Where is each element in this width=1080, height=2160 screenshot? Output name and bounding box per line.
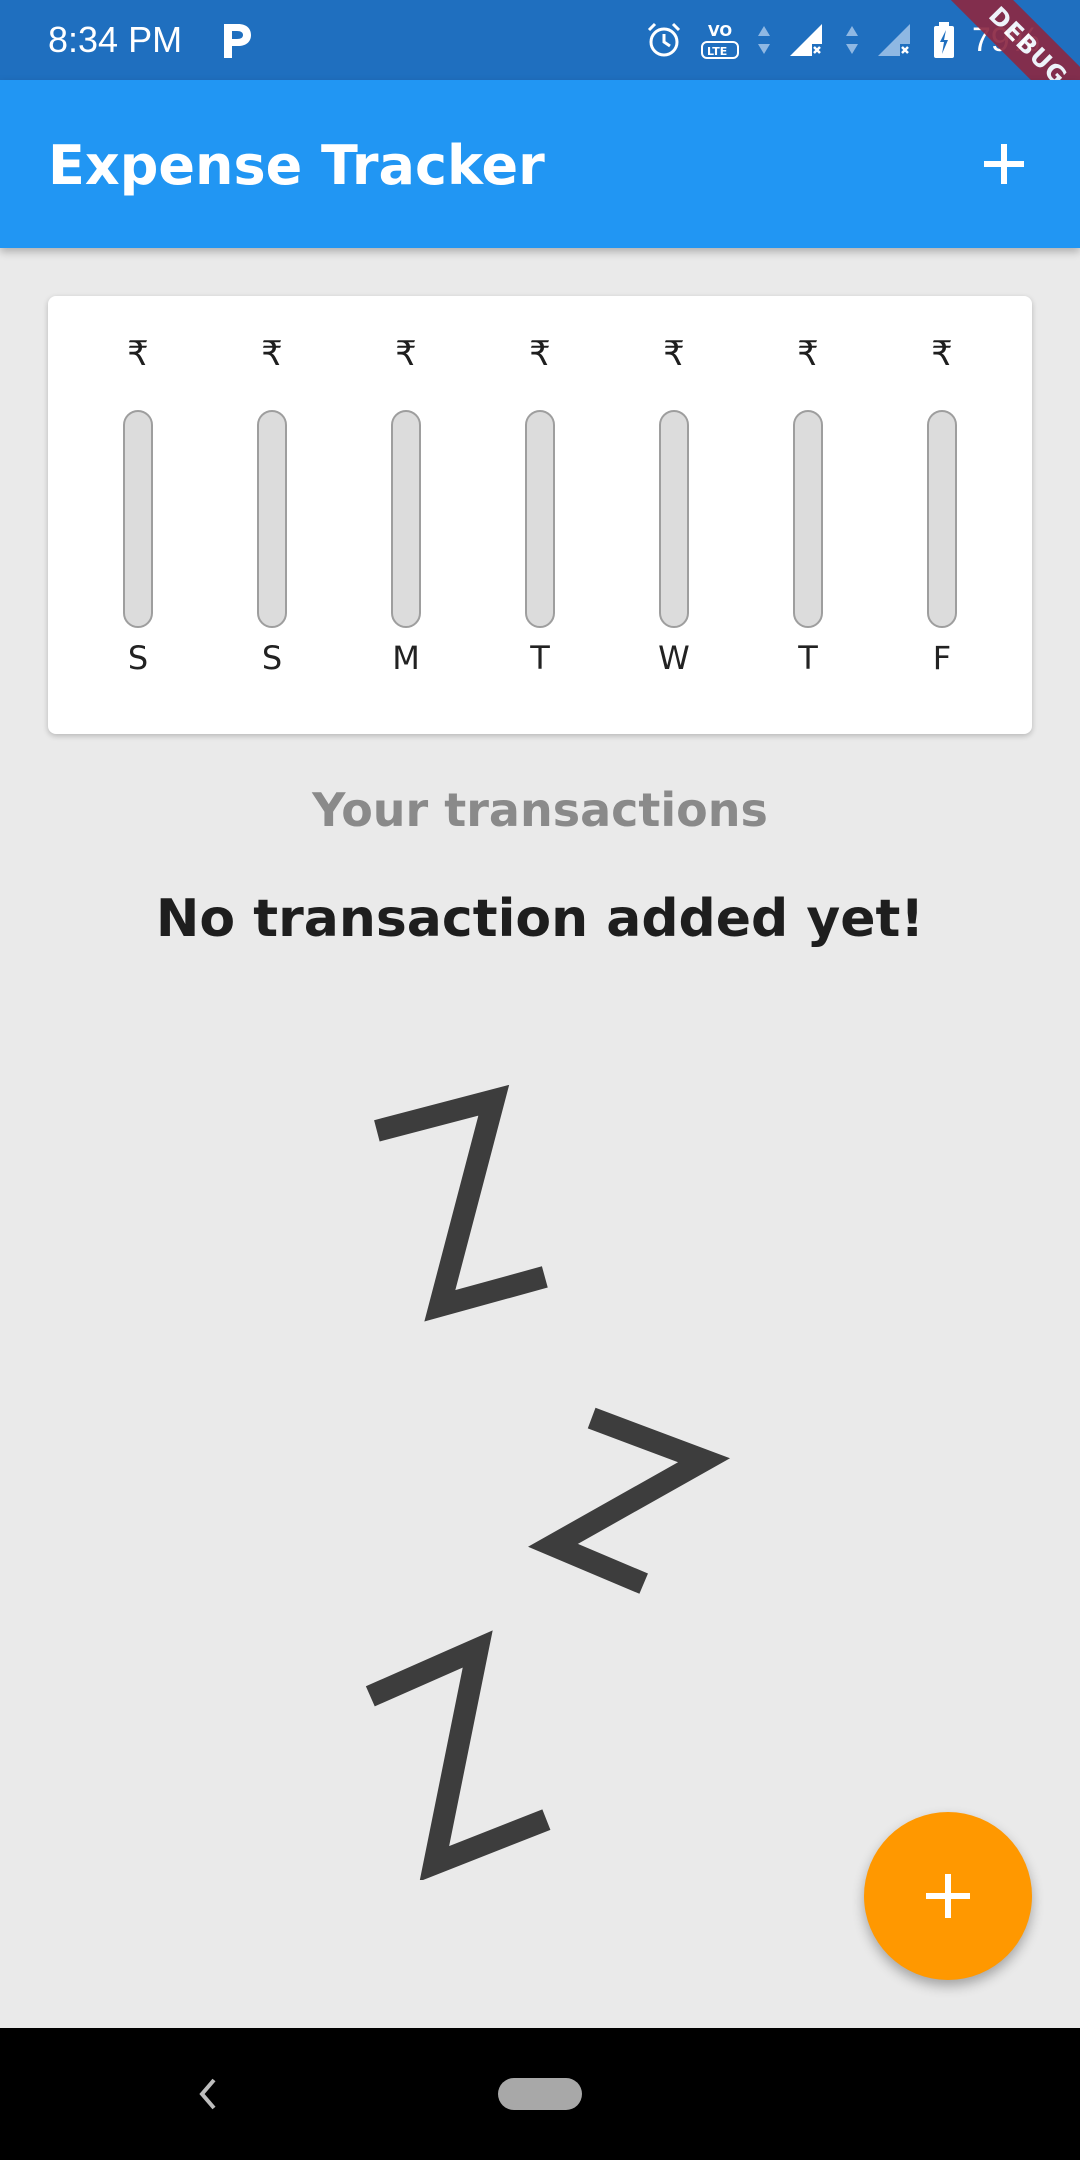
plus-icon [926, 1874, 970, 1918]
chart-day-label: T [530, 639, 550, 677]
add-transaction-button[interactable] [964, 124, 1044, 204]
empty-state-message: No transaction added yet! [155, 889, 925, 949]
data-arrows-icon [844, 20, 860, 60]
svg-text:VO: VO [708, 22, 732, 40]
page-title: Expense Tracker [48, 134, 545, 197]
svg-text:LTE: LTE [707, 45, 727, 58]
chart-day-label: M [392, 639, 420, 677]
status-time: 8:34 PM [48, 19, 183, 60]
chart-day-column: ₹ M [366, 332, 446, 712]
chart-bar [257, 410, 287, 628]
chart-day-column: ₹ T [500, 332, 580, 712]
chart-day-label: T [798, 639, 818, 677]
weekly-chart-card: ₹ S ₹ S ₹ M ₹ T ₹ W ₹ T ₹ F [48, 296, 1032, 734]
back-button[interactable] [186, 2068, 230, 2120]
chart-amount-label: ₹ [663, 334, 685, 374]
home-button[interactable] [498, 2078, 582, 2110]
chart-bar [123, 410, 153, 628]
chart-bar [659, 410, 689, 628]
alarm-icon [644, 20, 684, 60]
p-app-icon [214, 18, 258, 62]
chart-day-column: ₹ W [634, 332, 714, 712]
volte-icon: VO LTE [698, 18, 742, 62]
chart-day-label: S [127, 639, 149, 677]
chart-bar [793, 410, 823, 628]
chart-amount-label: ₹ [261, 334, 283, 374]
battery-charging-icon [932, 20, 956, 60]
chevron-left-icon [199, 2078, 216, 2110]
plus-icon [984, 144, 1024, 184]
sleeping-zzz-icon [340, 1080, 760, 1882]
chart-day-label: F [932, 639, 952, 677]
chart-day-label: W [658, 639, 690, 677]
chart-amount-label: ₹ [797, 334, 819, 374]
chart-day-column: ₹ F [902, 332, 982, 712]
chart-day-label: S [261, 639, 283, 677]
chart-amount-label: ₹ [127, 334, 149, 374]
chart-day-column: ₹ S [232, 332, 312, 712]
chart-bar [525, 410, 555, 628]
chart-amount-label: ₹ [395, 334, 417, 374]
app-bar: Expense Tracker [0, 80, 1080, 248]
system-nav-bar [0, 2028, 1080, 2160]
chart-day-column: ₹ S [98, 332, 178, 712]
chart-bar [391, 410, 421, 628]
fab-add-button[interactable] [864, 1812, 1032, 1980]
status-bar: 8:34 PM VO LTE DEBUG [0, 0, 1080, 140]
signal-icon [786, 20, 830, 60]
screen: 8:34 PM VO LTE DEBUG Expense Tracker ₹ S… [0, 0, 1080, 2160]
chart-bar [927, 410, 957, 628]
data-arrows-icon [756, 20, 772, 60]
chart-day-column: ₹ T [768, 332, 848, 712]
transactions-heading: Your transactions [312, 783, 768, 837]
chart-amount-label: ₹ [529, 334, 551, 374]
chart-amount-label: ₹ [931, 334, 953, 374]
signal-icon [874, 20, 918, 60]
